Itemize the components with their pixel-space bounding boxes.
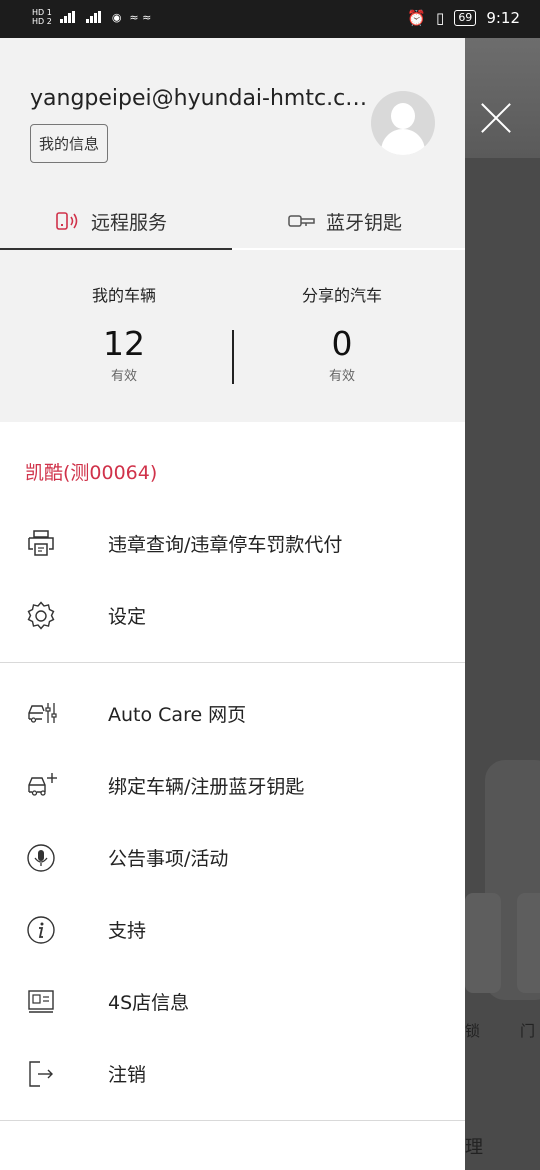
hd-indicator: HD 1 HD 2 (32, 8, 52, 26)
current-vehicle-name[interactable]: 凯酷(测00064) (25, 458, 157, 485)
tab-bar: 远程服务 蓝牙钥匙 (0, 193, 465, 249)
background-button (465, 893, 501, 993)
status-left: HD 1 HD 2 ◉ ≈ ≈ (32, 8, 151, 26)
menu-item-settings[interactable]: 设定 (0, 587, 465, 643)
signal-icon (59, 11, 78, 23)
car-add-icon (26, 771, 57, 799)
stat-count: 12 (103, 324, 145, 363)
menu-item-label: 违章查询/违章停车罚款代付 (108, 533, 343, 556)
printer-icon (26, 529, 56, 557)
battery-icon: 69 (454, 10, 477, 26)
id-card-icon (26, 987, 56, 1015)
user-email: yangpeipei@hyundai-hmtc.c… (30, 86, 368, 111)
menu-item-dealer-info[interactable]: 4S店信息 (0, 973, 465, 1029)
vibrate-icon: ▯ (436, 9, 445, 27)
stat-label: 我的车辆 (91, 286, 156, 305)
background-label-lock: 锁门 (465, 1022, 536, 1040)
menu-item-announcements[interactable]: 公告事项/活动 (0, 829, 465, 885)
menu-item-label: 绑定车辆/注册蓝牙钥匙 (108, 775, 305, 798)
menu-item-label: 设定 (108, 605, 147, 628)
app-notification-icon: ≈ ≈ (129, 10, 152, 24)
logout-icon (26, 1059, 56, 1087)
menu-item-label: Auto Care 网页 (108, 703, 247, 726)
background-content: 锁门 理 (465, 38, 540, 1170)
menu-item-label: 4S店信息 (108, 991, 190, 1014)
menu-divider (0, 662, 465, 663)
clock: 9:12 (486, 9, 520, 27)
avatar-body (381, 129, 425, 155)
tab-remote-service[interactable]: 远程服务 (55, 193, 167, 249)
stat-status: 有效 (110, 369, 137, 384)
status-right: ⏰ ▯ 69 9:12 (407, 9, 520, 27)
avatar-head (391, 103, 415, 129)
my-info-button[interactable]: 我的信息 (30, 124, 109, 163)
remote-signal-icon (55, 211, 81, 231)
menu-item-label: 支持 (108, 919, 147, 942)
menu-item-support[interactable]: 支持 (0, 901, 465, 957)
background-photo (465, 38, 540, 158)
tab-label: 远程服务 (91, 211, 168, 234)
menu-item-label: 注销 (108, 1063, 147, 1086)
menu-divider-bottom (0, 1120, 465, 1121)
car-care-icon (26, 699, 57, 727)
shared-cars-stat[interactable]: 分享的汽车 0 有效 (226, 250, 458, 384)
stat-count: 0 (331, 324, 353, 363)
wechat-icon: ◉ (111, 10, 122, 24)
menu-item-violation[interactable]: 违章查询/违章停车罚款代付 (0, 515, 465, 571)
background-button-2 (517, 893, 540, 993)
gear-icon (26, 601, 56, 630)
info-icon (26, 915, 56, 944)
stat-label: 分享的汽车 (301, 286, 382, 305)
menu-item-bind-vehicle[interactable]: 绑定车辆/注册蓝牙钥匙 (0, 757, 465, 813)
background-label-bottom: 理 (465, 1137, 483, 1158)
key-icon (288, 213, 316, 229)
my-vehicles-stat[interactable]: 我的车辆 12 有效 (8, 250, 240, 384)
navigation-drawer: yangpeipei@hyundai-hmtc.c… 我的信息 远程服务 蓝牙钥… (0, 38, 465, 1170)
tab-bluetooth-key[interactable]: 蓝牙钥匙 (288, 193, 402, 249)
microphone-icon (26, 843, 56, 872)
avatar[interactable] (371, 91, 435, 155)
signal-icon-2 (85, 11, 104, 23)
menu-item-logout[interactable]: 注销 (0, 1045, 465, 1101)
alarm-icon: ⏰ (407, 9, 427, 27)
menu-item-auto-care[interactable]: Auto Care 网页 (0, 685, 465, 741)
close-icon[interactable] (478, 100, 514, 136)
status-bar: HD 1 HD 2 ◉ ≈ ≈ ⏰ ▯ 69 9:12 (0, 0, 540, 38)
stat-status: 有效 (328, 369, 355, 384)
tab-label: 蓝牙钥匙 (326, 211, 403, 234)
menu-item-label: 公告事项/活动 (108, 847, 229, 870)
vehicle-stats: 我的车辆 12 有效 分享的汽车 0 有效 (0, 250, 465, 422)
